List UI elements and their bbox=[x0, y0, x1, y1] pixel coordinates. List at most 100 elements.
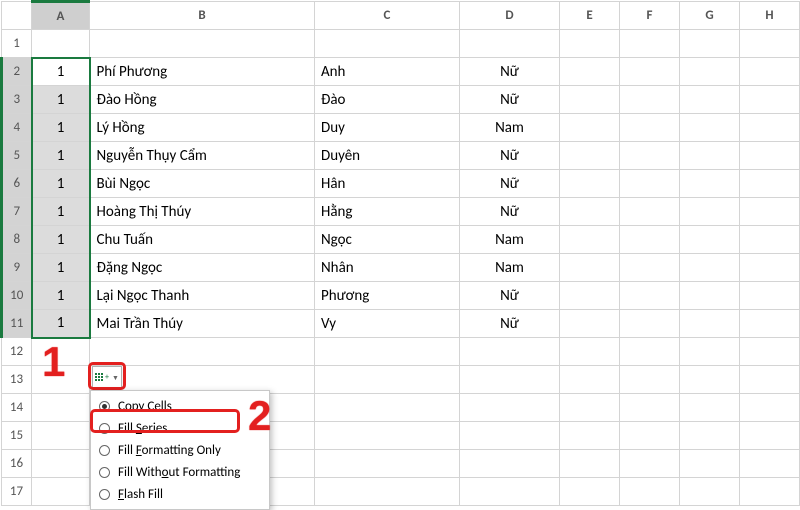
row-header-4[interactable]: 4 bbox=[2, 114, 32, 142]
cell[interactable] bbox=[560, 142, 620, 170]
autofill-options-button[interactable]: + ▼ bbox=[92, 366, 122, 388]
col-header-E[interactable]: E bbox=[560, 2, 620, 30]
cell[interactable] bbox=[560, 86, 620, 114]
cell[interactable]: Nữ bbox=[460, 170, 560, 198]
cell[interactable] bbox=[32, 478, 90, 506]
cell[interactable] bbox=[680, 310, 740, 338]
col-header-A[interactable]: A bbox=[32, 2, 90, 30]
cell[interactable] bbox=[620, 450, 680, 478]
cell[interactable] bbox=[740, 226, 800, 254]
row-header-14[interactable]: 14 bbox=[2, 394, 32, 422]
cell[interactable]: Nữ bbox=[460, 310, 560, 338]
cell[interactable] bbox=[560, 58, 620, 86]
cell[interactable] bbox=[740, 310, 800, 338]
cell[interactable] bbox=[560, 198, 620, 226]
cell[interactable] bbox=[740, 86, 800, 114]
row-header-11[interactable]: 11 bbox=[2, 310, 32, 338]
row-header-17[interactable]: 17 bbox=[2, 478, 32, 506]
cell[interactable] bbox=[740, 114, 800, 142]
cell[interactable]: 1 bbox=[32, 114, 90, 142]
cell[interactable] bbox=[560, 450, 620, 478]
cell[interactable]: Tên bbox=[315, 30, 460, 58]
cell[interactable] bbox=[620, 86, 680, 114]
cell[interactable] bbox=[32, 450, 90, 478]
row-header-15[interactable]: 15 bbox=[2, 422, 32, 450]
cell[interactable] bbox=[680, 338, 740, 366]
cell[interactable] bbox=[460, 422, 560, 450]
cell[interactable] bbox=[560, 478, 620, 506]
row-header-5[interactable]: 5 bbox=[2, 142, 32, 170]
cell[interactable] bbox=[620, 338, 680, 366]
cell[interactable]: Đặng Ngọc bbox=[90, 254, 315, 282]
cell[interactable]: Đào bbox=[315, 86, 460, 114]
row-header-2[interactable]: 2 bbox=[2, 58, 32, 86]
cell[interactable] bbox=[315, 366, 460, 394]
cell[interactable] bbox=[560, 254, 620, 282]
cell[interactable]: Hằng bbox=[315, 198, 460, 226]
cell[interactable] bbox=[315, 478, 460, 506]
cell[interactable] bbox=[560, 338, 620, 366]
cell[interactable]: Họ đệm bbox=[90, 30, 315, 58]
cell[interactable]: Duy bbox=[315, 114, 460, 142]
cell[interactable] bbox=[460, 366, 560, 394]
cell[interactable] bbox=[620, 394, 680, 422]
col-header-F[interactable]: F bbox=[620, 2, 680, 30]
col-header-D[interactable]: D bbox=[460, 2, 560, 30]
cell[interactable]: Lại Ngọc Thanh bbox=[90, 282, 315, 310]
cell[interactable]: Nữ bbox=[460, 58, 560, 86]
row-header-16[interactable]: 16 bbox=[2, 450, 32, 478]
cell[interactable] bbox=[740, 142, 800, 170]
cell[interactable]: Anh bbox=[315, 58, 460, 86]
cell[interactable]: 1 bbox=[32, 170, 90, 198]
cell[interactable] bbox=[460, 478, 560, 506]
select-all-corner[interactable] bbox=[2, 2, 32, 30]
row-header-1[interactable]: 1 bbox=[2, 30, 32, 58]
cell[interactable] bbox=[560, 30, 620, 58]
cell[interactable]: Đào Hồng bbox=[90, 86, 315, 114]
cell[interactable]: Nữ bbox=[460, 142, 560, 170]
cell[interactable] bbox=[460, 338, 560, 366]
cell[interactable] bbox=[32, 394, 90, 422]
cell[interactable] bbox=[680, 58, 740, 86]
cell[interactable]: Hân bbox=[315, 170, 460, 198]
cell[interactable] bbox=[315, 422, 460, 450]
cell[interactable]: Nữ bbox=[460, 282, 560, 310]
cell[interactable] bbox=[560, 226, 620, 254]
cell[interactable] bbox=[740, 422, 800, 450]
col-header-C[interactable]: C bbox=[315, 2, 460, 30]
cell[interactable] bbox=[740, 170, 800, 198]
cell[interactable] bbox=[740, 58, 800, 86]
col-header-B[interactable]: B bbox=[90, 2, 315, 30]
cell[interactable]: Giới tính bbox=[460, 30, 560, 58]
cell[interactable] bbox=[680, 282, 740, 310]
cell[interactable] bbox=[620, 478, 680, 506]
cell[interactable] bbox=[680, 450, 740, 478]
cell[interactable]: Duyên bbox=[315, 142, 460, 170]
cell[interactable] bbox=[620, 254, 680, 282]
cell[interactable]: Nguyễn Thụy Cẩm bbox=[90, 142, 315, 170]
cell[interactable] bbox=[680, 366, 740, 394]
cell[interactable]: Nữ bbox=[460, 86, 560, 114]
cell[interactable] bbox=[32, 422, 90, 450]
cell[interactable]: Nam bbox=[460, 226, 560, 254]
cell[interactable] bbox=[620, 142, 680, 170]
row-header-10[interactable]: 10 bbox=[2, 282, 32, 310]
cell[interactable]: Nhân bbox=[315, 254, 460, 282]
cell[interactable]: Mai Trần Thúy bbox=[90, 310, 315, 338]
row-header-9[interactable]: 9 bbox=[2, 254, 32, 282]
cell[interactable] bbox=[560, 394, 620, 422]
menu-item-flash-fill[interactable]: Flash Fill bbox=[91, 483, 269, 505]
cell[interactable] bbox=[680, 170, 740, 198]
row-header-8[interactable]: 8 bbox=[2, 226, 32, 254]
menu-item-fill-formatting-only[interactable]: Fill Formatting Only bbox=[91, 439, 269, 461]
row-header-6[interactable]: 6 bbox=[2, 170, 32, 198]
row-header-3[interactable]: 3 bbox=[2, 86, 32, 114]
cell[interactable] bbox=[560, 422, 620, 450]
cell[interactable] bbox=[740, 366, 800, 394]
col-header-G[interactable]: G bbox=[680, 2, 740, 30]
cell[interactable]: 1 bbox=[32, 226, 90, 254]
cell[interactable] bbox=[680, 478, 740, 506]
cell[interactable]: Ngọc bbox=[315, 226, 460, 254]
cell[interactable] bbox=[620, 170, 680, 198]
cell[interactable] bbox=[740, 282, 800, 310]
